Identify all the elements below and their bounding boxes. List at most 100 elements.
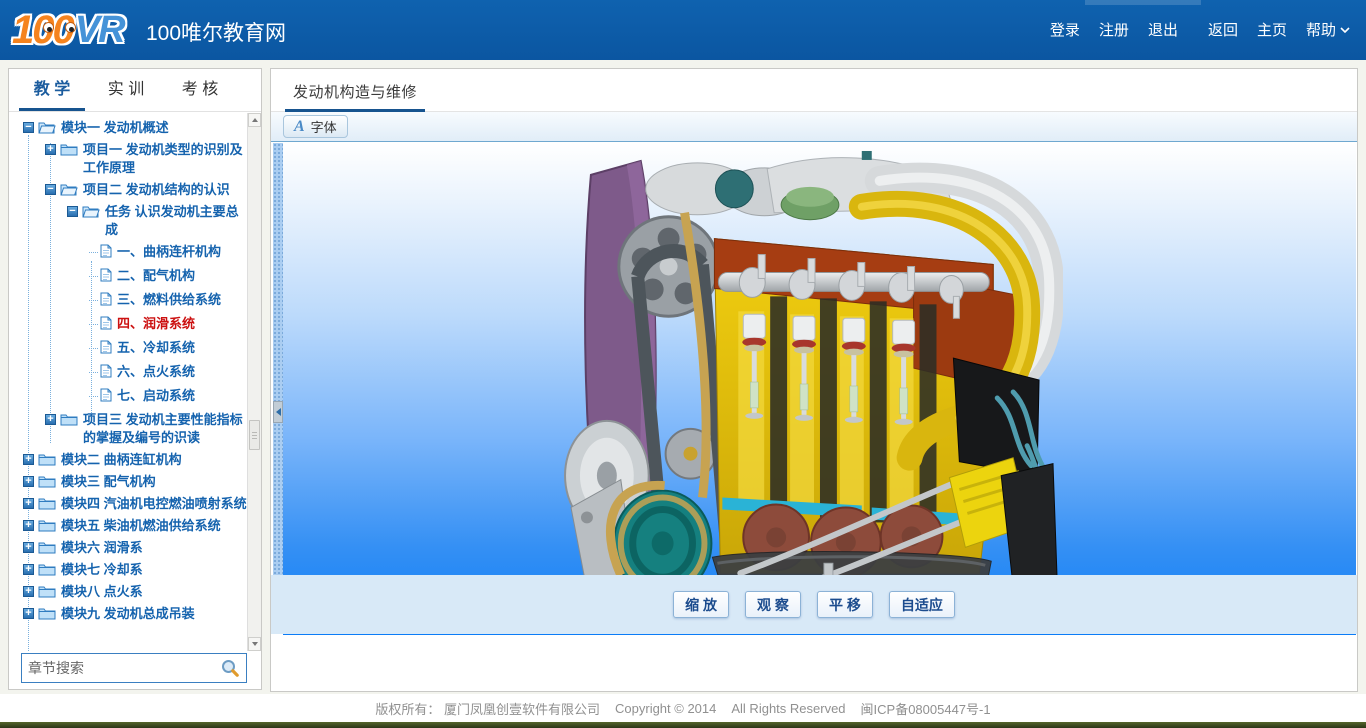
tree-item[interactable]: 五、冷却系统 — [9, 339, 247, 357]
tree-item-label[interactable]: 模块六 润滑系 — [61, 539, 143, 557]
tree-connector — [89, 300, 98, 301]
collapse-minus-icon[interactable]: − — [67, 206, 78, 217]
collapse-sidebar-handle[interactable] — [273, 401, 283, 423]
tree-item-label[interactable]: 模块五 柴油机燃油供给系统 — [61, 517, 221, 535]
expand-plus-icon[interactable]: + — [23, 608, 34, 619]
tree-item[interactable]: + 模块二 曲柄连缸机构 — [9, 451, 247, 469]
footer-text: All Rights Reserved — [731, 701, 845, 716]
engine-3d-model[interactable] — [561, 147, 1063, 625]
tree-item[interactable]: + 模块三 配气机构 — [9, 473, 247, 491]
expand-plus-icon[interactable]: + — [23, 520, 34, 531]
header-highlight-strip — [1085, 0, 1201, 5]
tree-item-label[interactable]: 项目二 发动机结构的认识 — [83, 181, 230, 199]
tree-item[interactable]: + 模块六 润滑系 — [9, 539, 247, 557]
tree-connector — [89, 276, 98, 277]
collapse-minus-icon[interactable]: − — [23, 122, 34, 133]
viewer-control-平移[interactable]: 平 移 — [817, 591, 873, 618]
page-bottom-strip — [0, 722, 1366, 728]
arrow-left-icon — [276, 408, 281, 416]
folder-closed-icon — [60, 412, 78, 426]
header-link-主页[interactable]: 主页 — [1257, 19, 1287, 40]
tree-item[interactable]: + 项目一 发动机类型的识别及工作原理 — [9, 141, 247, 177]
expand-plus-icon[interactable]: + — [23, 542, 34, 553]
folder-closed-icon — [38, 540, 56, 554]
expand-plus-icon[interactable]: + — [23, 498, 34, 509]
folder-closed-icon — [60, 142, 78, 156]
tree-item-label[interactable]: 一、曲柄连杆机构 — [117, 243, 221, 261]
viewer-control-自适应[interactable]: 自适应 — [889, 591, 955, 618]
tree-item[interactable]: 三、燃料供给系统 — [9, 291, 247, 309]
tree-item-label[interactable]: 六、点火系统 — [117, 363, 195, 381]
sidebar-tabs: 教 学实 训考 核 — [9, 69, 261, 112]
tree-item-label[interactable]: 五、冷却系统 — [117, 339, 195, 357]
tree: −模块一 发动机概述+项目一 发动机类型的识别及工作原理−项目二 发动机结构的认… — [9, 113, 247, 651]
viewer-control-观察[interactable]: 观 察 — [745, 591, 801, 618]
tree-item[interactable]: + 模块九 发动机总成吊装 — [9, 605, 247, 623]
tree-item-label[interactable]: 二、配气机构 — [117, 267, 195, 285]
tree-item-label[interactable]: 任务 认识发动机主要总成 — [105, 203, 247, 239]
header-link-登录[interactable]: 登录 — [1050, 19, 1080, 40]
tree-item-label[interactable]: 模块七 冷却系 — [61, 561, 143, 579]
sidebar-tab-教学[interactable]: 教 学 — [19, 69, 85, 111]
viewer-3d-canvas[interactable] — [283, 143, 1356, 635]
tree-item[interactable]: − 模块一 发动机概述 — [9, 119, 247, 137]
tree-item-label[interactable]: 模块四 汽油机电控燃油喷射系统 — [61, 495, 247, 513]
tree-item-label[interactable]: 三、燃料供给系统 — [117, 291, 221, 309]
tree-item-label[interactable]: 四、润滑系统 — [117, 315, 195, 333]
expand-plus-icon[interactable]: + — [23, 586, 34, 597]
header-link-返回[interactable]: 返回 — [1208, 19, 1238, 40]
collapse-minus-icon[interactable]: − — [45, 184, 56, 195]
tree-item-label[interactable]: 模块八 点火系 — [61, 583, 143, 601]
search-icon[interactable] — [220, 658, 240, 678]
header-link-注册[interactable]: 注册 — [1099, 19, 1129, 40]
tree-item-label[interactable]: 模块九 发动机总成吊装 — [61, 605, 195, 623]
viewer-control-缩放[interactable]: 缩 放 — [673, 591, 729, 618]
footer: 版权所有： 厦门凤凰创壹软件有限公司Copyright © 2014All Ri… — [0, 694, 1366, 722]
tree-item[interactable]: + 模块八 点火系 — [9, 583, 247, 601]
sidebar-tab-考核[interactable]: 考 核 — [167, 69, 233, 111]
site-logo[interactable]: 100 VR — [12, 5, 124, 55]
expand-plus-icon[interactable]: + — [23, 454, 34, 465]
expand-plus-icon[interactable]: + — [45, 414, 56, 425]
document-icon — [100, 268, 112, 282]
tree-item[interactable]: 六、点火系统 — [9, 363, 247, 381]
scrollbar-thumb[interactable] — [249, 420, 260, 450]
tree-item[interactable]: 七、启动系统 — [9, 387, 247, 405]
tree-item[interactable]: − 任务 认识发动机主要总成 — [9, 203, 247, 239]
tree-item[interactable]: + 模块七 冷却系 — [9, 561, 247, 579]
folder-closed-icon — [38, 496, 56, 510]
tree-item[interactable]: 一、曲柄连杆机构 — [9, 243, 247, 261]
expand-plus-icon[interactable]: + — [23, 476, 34, 487]
tree-item[interactable]: + 模块四 汽油机电控燃油喷射系统 — [9, 495, 247, 513]
tree-item-label[interactable]: 七、启动系统 — [117, 387, 195, 405]
logo-eye-icon — [43, 22, 54, 33]
tree-item-label[interactable]: 项目三 发动机主要性能指标的掌握及编号的识读 — [83, 411, 247, 447]
folder-open-icon — [38, 120, 56, 134]
font-button[interactable]: A 字体 — [283, 115, 348, 138]
header-link-帮助[interactable]: 帮助 — [1306, 19, 1350, 40]
sidebar-tab-实训[interactable]: 实 训 — [93, 69, 159, 111]
footer-text: Copyright © 2014 — [615, 701, 716, 716]
tree-item[interactable]: 二、配气机构 — [9, 267, 247, 285]
chapter-search-input[interactable] — [28, 660, 220, 676]
tree-item[interactable]: 四、润滑系统 — [9, 315, 247, 333]
tree-item-label[interactable]: 模块一 发动机概述 — [61, 119, 169, 137]
folder-closed-icon — [38, 584, 56, 598]
tree-connector — [89, 348, 98, 349]
tree-item-label[interactable]: 项目一 发动机类型的识别及工作原理 — [83, 141, 247, 177]
header-link-退出[interactable]: 退出 — [1148, 19, 1178, 40]
scroll-up-button[interactable] — [248, 113, 261, 127]
sidebar-splitter[interactable] — [273, 143, 283, 634]
scroll-down-button[interactable] — [248, 637, 261, 651]
expand-plus-icon[interactable]: + — [45, 144, 56, 155]
folder-closed-icon — [38, 474, 56, 488]
tree-item-label[interactable]: 模块二 曲柄连缸机构 — [61, 451, 182, 469]
expand-plus-icon[interactable]: + — [23, 564, 34, 575]
tab-engine-course[interactable]: 发动机构造与维修 — [285, 69, 425, 112]
tree-scrollbar[interactable] — [247, 113, 261, 651]
tree-item-label[interactable]: 模块三 配气机构 — [61, 473, 156, 491]
tree-item[interactable]: + 模块五 柴油机燃油供给系统 — [9, 517, 247, 535]
tree-item[interactable]: − 项目二 发动机结构的认识 — [9, 181, 247, 199]
arrow-up-icon — [252, 118, 258, 122]
tree-item[interactable]: + 项目三 发动机主要性能指标的掌握及编号的识读 — [9, 411, 247, 447]
